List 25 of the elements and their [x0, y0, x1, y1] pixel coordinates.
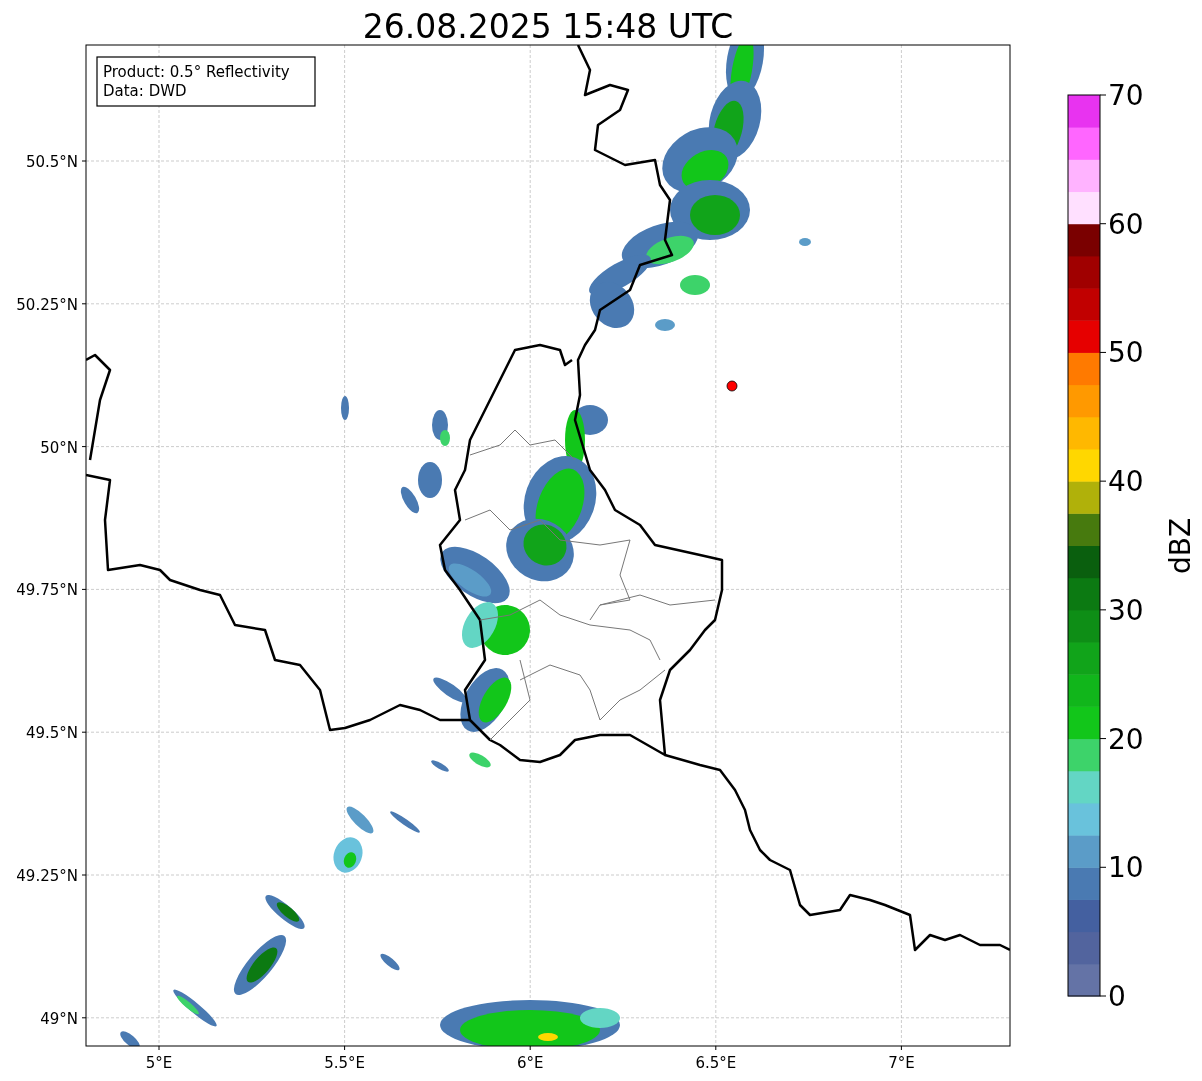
- latitude-label: 49.75°N: [16, 581, 78, 600]
- latitude-label: 49.25°N: [16, 867, 78, 885]
- colorbar-tick-label: 20: [1108, 722, 1144, 756]
- colorbar-tick-label: 60: [1108, 207, 1144, 241]
- colorbar-tick-label: 30: [1108, 593, 1144, 627]
- longitude-label: 7°E: [888, 1054, 915, 1072]
- longitude-label: 5°E: [145, 1054, 173, 1072]
- colorbar-tick-label: 70: [1108, 79, 1144, 112]
- colorbar-tick-label: 10: [1108, 851, 1144, 885]
- info-text: Product: 0.5° Reflectivity: [103, 63, 290, 81]
- longitude-label: 6°E: [516, 1054, 544, 1072]
- colorbar-tick-label: 0: [1108, 980, 1126, 1013]
- latitude-label: 49°N: [40, 1009, 78, 1028]
- colorbar-tick-label: 40: [1108, 465, 1144, 499]
- radar-site-marker: [726, 380, 738, 392]
- latitude-label: 50.5°N: [25, 153, 78, 171]
- colorbar-label: dBZ: [1164, 517, 1197, 575]
- latitude-label: 49.5°N: [25, 724, 78, 743]
- colorbar-tick-label: 50: [1108, 336, 1144, 370]
- info-text: Data: DWD: [103, 82, 187, 100]
- longitude-label: 5.5°E: [324, 1054, 365, 1072]
- latitude-label: 50°N: [40, 438, 78, 457]
- latitude-label: 50.25°N: [16, 295, 78, 314]
- longitude-label: 6.5°E: [695, 1054, 737, 1072]
- chart-title: 26.08.2025 15:48 UTC: [362, 7, 734, 46]
